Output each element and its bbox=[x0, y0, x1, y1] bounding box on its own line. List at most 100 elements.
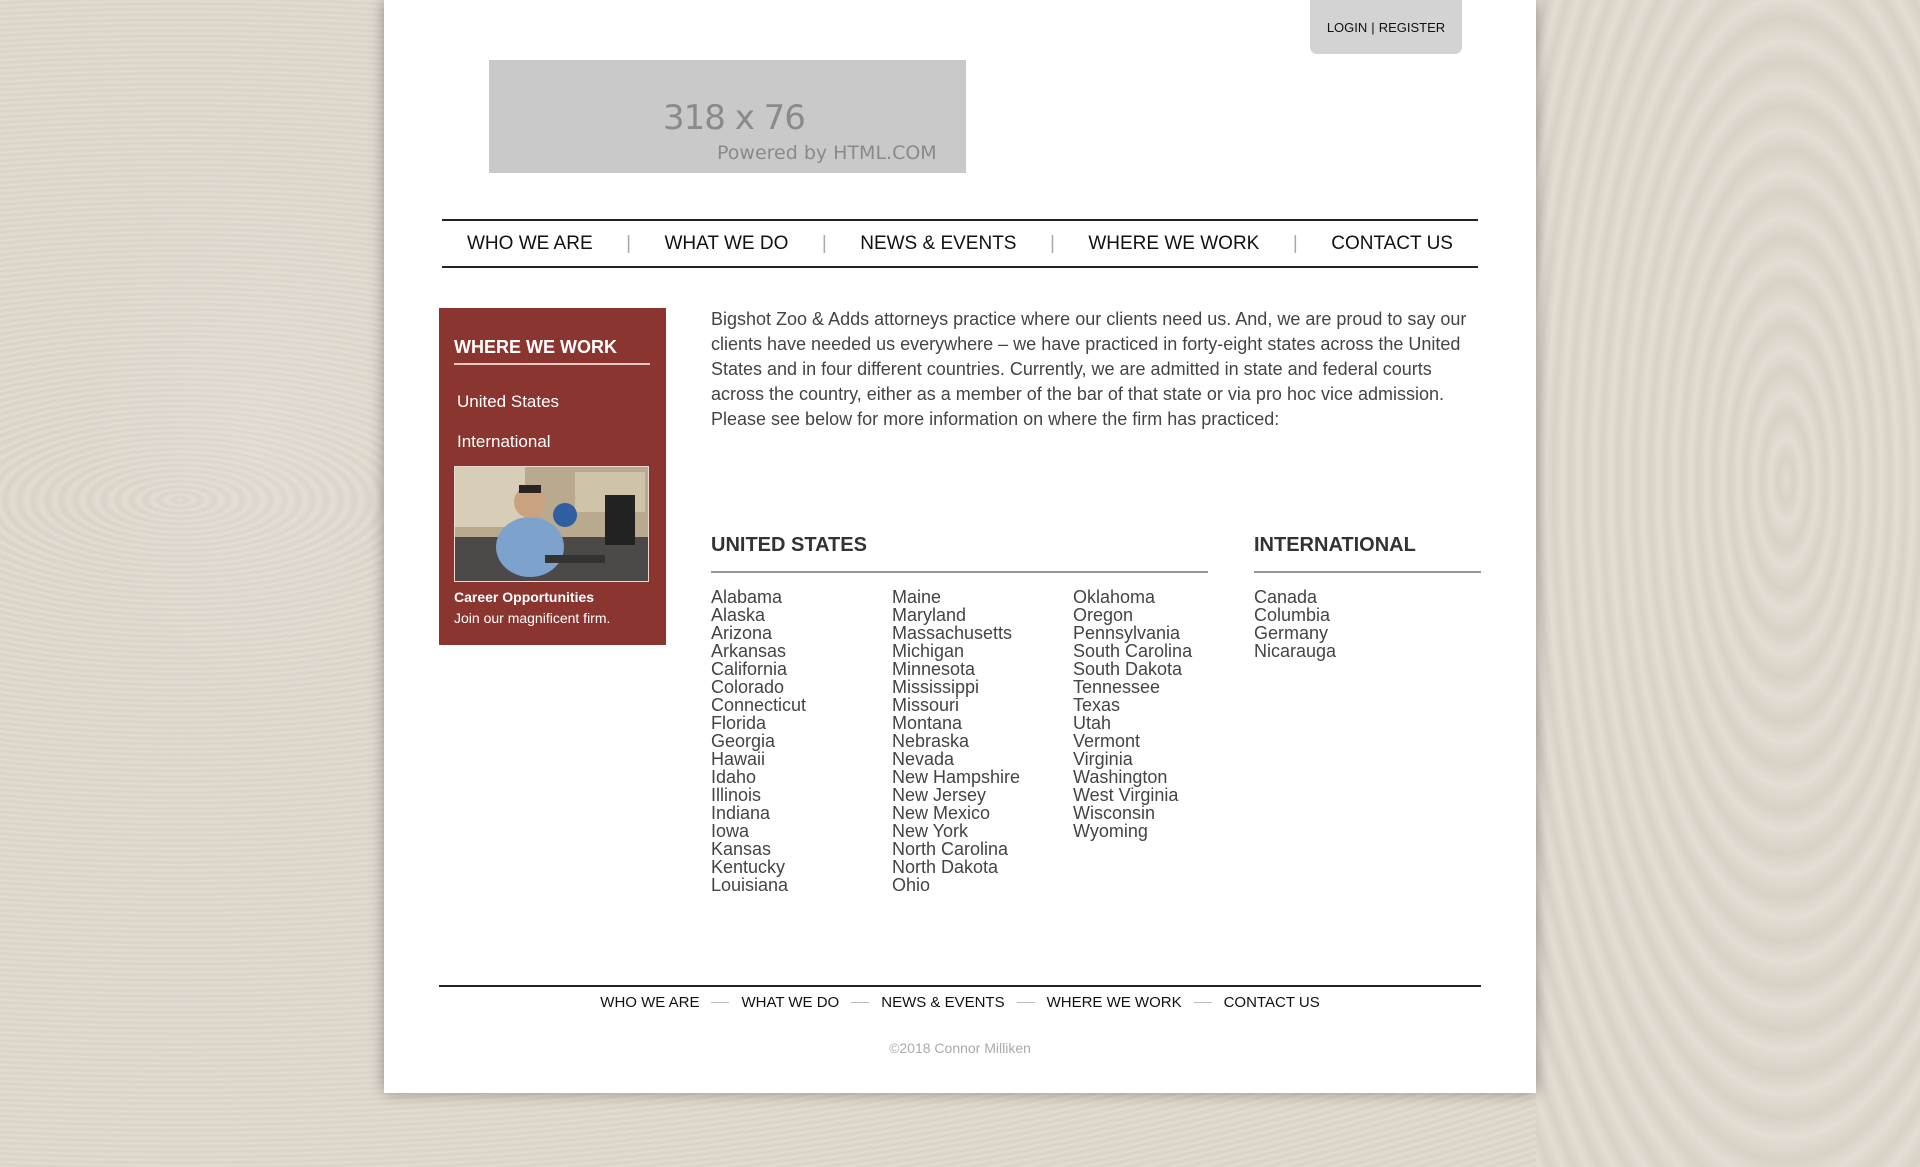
state-item: Tennessee bbox=[1073, 677, 1161, 697]
us-heading: UNITED STATES bbox=[711, 534, 867, 556]
state-item: Oregon bbox=[1073, 605, 1134, 625]
state-item: Vermont bbox=[1073, 731, 1141, 751]
state-item: Colorado bbox=[711, 677, 785, 697]
footer-separator bbox=[711, 1002, 730, 1003]
footer-separator bbox=[851, 1002, 870, 1003]
state-item: Nevada bbox=[892, 749, 955, 769]
logo-powered-text: Powered by HTML.COM bbox=[717, 142, 937, 164]
state-item: Texas bbox=[1073, 695, 1121, 715]
state-item: Wisconsin bbox=[1073, 803, 1156, 823]
state-item: Maryland bbox=[892, 605, 967, 625]
state-item: Virginia bbox=[1073, 749, 1133, 769]
state-item: New Hampshire bbox=[892, 767, 1021, 787]
state-item: Wyoming bbox=[1073, 821, 1148, 841]
international-countries-column: Canada Columbia Germany Nicarauga bbox=[1254, 588, 1454, 660]
international-heading-rule bbox=[1254, 571, 1481, 573]
state-item: New Mexico bbox=[892, 803, 991, 823]
footer-nav-what-we-do[interactable]: WHAT WE DO bbox=[741, 994, 839, 1011]
state-item: Missouri bbox=[892, 695, 960, 715]
login-link[interactable]: LOGIN bbox=[1327, 20, 1367, 35]
state-item: Florida bbox=[711, 713, 767, 733]
state-item: Idaho bbox=[711, 767, 757, 787]
nav-who-we-are[interactable]: WHO WE ARE bbox=[467, 233, 593, 255]
state-item: South Dakota bbox=[1073, 659, 1183, 679]
us-heading-rule bbox=[711, 571, 1208, 573]
register-link[interactable]: REGISTER bbox=[1379, 20, 1445, 35]
state-item: North Dakota bbox=[892, 857, 999, 877]
state-item: Alaska bbox=[711, 605, 766, 625]
nav-where-we-work[interactable]: WHERE WE WORK bbox=[1088, 233, 1259, 255]
state-item: Minnesota bbox=[892, 659, 976, 679]
logo-placeholder[interactable]: 318 x 76 Powered by HTML.COM bbox=[489, 60, 966, 173]
intro-paragraph: Bigshot Zoo & Adds attorneys practice wh… bbox=[711, 309, 1467, 429]
state-item: South Carolina bbox=[1073, 641, 1193, 661]
sidebar-title: WHERE WE WORK bbox=[454, 337, 617, 357]
nav-what-we-do[interactable]: WHAT WE DO bbox=[665, 233, 789, 255]
page-container: LOGIN | REGISTER 318 x 76 Powered by HTM… bbox=[384, 0, 1536, 1093]
state-item: Louisiana bbox=[711, 875, 789, 895]
us-states-column-3: Oklahoma Oregon Pennsylvania South Carolina… bbox=[1073, 588, 1253, 840]
nav-contact-us[interactable]: CONTACT US bbox=[1331, 233, 1453, 255]
login-register-box: LOGIN | REGISTER bbox=[1310, 0, 1462, 54]
career-title[interactable]: Career Opportunities bbox=[454, 589, 594, 605]
state-item: Nebraska bbox=[892, 731, 970, 751]
country-item: Columbia bbox=[1254, 605, 1331, 625]
footer-separator bbox=[1193, 1002, 1212, 1003]
footer-separator bbox=[1016, 1002, 1035, 1003]
us-states-column-1: Alabama Alaska Arizona Arkansas California Co… bbox=[711, 588, 891, 894]
state-item: Mississippi bbox=[892, 677, 980, 697]
main-nav: WHO WE ARE | WHAT WE DO | NEWS & EVENTS … bbox=[442, 219, 1478, 268]
state-item: Illinois bbox=[711, 785, 762, 805]
state-item: New York bbox=[892, 821, 969, 841]
state-item: North Carolina bbox=[892, 839, 1009, 859]
login-divider: | bbox=[1371, 19, 1375, 35]
state-item: Hawaii bbox=[711, 749, 766, 769]
sidebar-divider bbox=[454, 363, 650, 365]
sidebar: WHERE WE WORK United States Internationa… bbox=[439, 308, 666, 645]
nav-news-events[interactable]: NEWS & EVENTS bbox=[860, 233, 1016, 255]
state-item: Iowa bbox=[711, 821, 750, 841]
state-item: Massachusetts bbox=[892, 623, 1013, 643]
nav-separator: | bbox=[626, 232, 632, 254]
state-item: New Jersey bbox=[892, 785, 987, 805]
state-item: Georgia bbox=[711, 731, 776, 751]
state-item: West Virginia bbox=[1073, 785, 1179, 805]
career-text: Join our magnificent firm. bbox=[454, 610, 611, 626]
state-item: Montana bbox=[892, 713, 963, 733]
state-item: Michigan bbox=[892, 641, 965, 661]
state-item: Arizona bbox=[711, 623, 773, 643]
state-item: Indiana bbox=[711, 803, 771, 823]
us-states-column-2: Maine Maryland Massachusetts Michigan Minnes… bbox=[892, 588, 1072, 894]
footer-nav-who-we-are[interactable]: WHO WE ARE bbox=[600, 994, 699, 1011]
footer-nav-news-events[interactable]: NEWS & EVENTS bbox=[881, 994, 1004, 1011]
nav-separator: | bbox=[1049, 232, 1055, 254]
state-item: Alabama bbox=[711, 587, 783, 607]
logo-size-text: 318 x 76 bbox=[663, 98, 806, 138]
sidebar-link-united-states[interactable]: United States bbox=[457, 392, 559, 412]
state-item: Oklahoma bbox=[1073, 587, 1156, 607]
footer-divider bbox=[439, 985, 1481, 987]
nav-separator: | bbox=[1292, 232, 1298, 254]
country-item: Canada bbox=[1254, 587, 1318, 607]
state-item: Maine bbox=[892, 587, 942, 607]
career-photo-illustration bbox=[455, 467, 648, 581]
state-item: Arkansas bbox=[711, 641, 787, 661]
state-item: Kansas bbox=[711, 839, 772, 859]
state-item: Pennsylvania bbox=[1073, 623, 1181, 643]
state-item: Utah bbox=[1073, 713, 1112, 733]
copyright-text: ©2018 Connor Milliken bbox=[889, 1040, 1031, 1056]
country-item: Nicarauga bbox=[1254, 641, 1337, 661]
footer-nav-contact-us[interactable]: CONTACT US bbox=[1224, 994, 1320, 1011]
background-wood-right bbox=[1536, 0, 1920, 1167]
footer-nav-where-we-work[interactable]: WHERE WE WORK bbox=[1047, 994, 1182, 1011]
country-item: Germany bbox=[1254, 623, 1329, 643]
footer-nav: WHO WE ARE WHAT WE DO NEWS & EVENTS WHER… bbox=[384, 994, 1536, 1011]
state-item: Washington bbox=[1073, 767, 1168, 787]
career-photo[interactable] bbox=[454, 466, 649, 582]
nav-separator: | bbox=[821, 232, 827, 254]
international-heading: INTERNATIONAL bbox=[1254, 534, 1416, 556]
sidebar-link-international[interactable]: International bbox=[457, 432, 551, 452]
state-item: Kentucky bbox=[711, 857, 786, 877]
state-item: Ohio bbox=[892, 875, 931, 895]
state-item: California bbox=[711, 659, 788, 679]
